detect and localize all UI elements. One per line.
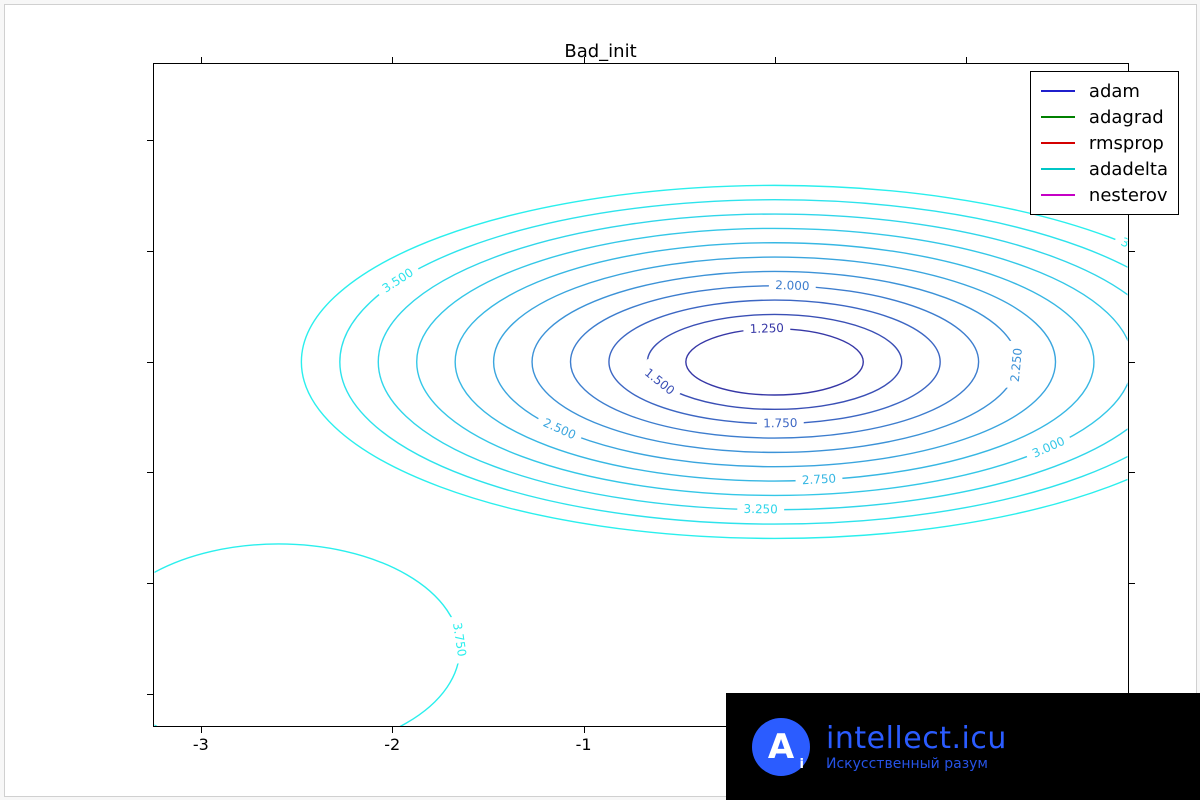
contour-label: 2.750 [802,472,837,488]
plot-axes: 1.2501.5001.7502.0002.2502.5002.7503.000… [153,63,1129,727]
contour-line [378,214,1171,510]
legend-item: adadelta [1041,156,1168,182]
legend-label: adadelta [1089,159,1168,180]
contour-label: 1.250 [749,321,784,336]
legend-swatch [1041,168,1075,170]
chart-title: Bad_init [5,41,1196,62]
legend-label: adam [1089,81,1140,102]
legend-swatch [1041,90,1075,92]
legend-item: adam [1041,78,1168,104]
legend-item: adagrad [1041,104,1168,130]
contour-line [97,544,460,754]
x-tick-mark [584,727,585,733]
x-tick-label: -3 [181,735,221,754]
contour-label: 1.750 [763,416,797,430]
legend-label: rmsprop [1089,133,1164,154]
legend-swatch [1041,116,1075,118]
y-tick-mark [1129,472,1135,473]
x-tick-mark [201,727,202,733]
legend-label: nesterov [1089,185,1168,206]
watermark-sub: Искусственный разум [826,756,1007,772]
contour-label: 3.750 [1119,235,1156,262]
contour-plot: 1.2501.5001.7502.0002.2502.5002.7503.000… [154,64,1128,726]
legend: adam adagrad rmsprop adadelta nesterov [1030,71,1179,215]
y-tick-mark [1129,583,1135,584]
legend-label: adagrad [1089,107,1164,128]
legend-swatch [1041,194,1075,196]
x-tick-mark [392,727,393,733]
y-tick-mark [1129,362,1135,363]
contour-label: 2.000 [775,278,810,293]
contour-line [340,200,1200,524]
legend-swatch [1041,142,1075,144]
watermark-main: intellect.icu [826,721,1007,756]
x-tick-label: -2 [372,735,412,754]
legend-item: nesterov [1041,182,1168,208]
y-tick-mark [1129,251,1135,252]
legend-item: rmsprop [1041,130,1168,156]
watermark-logo: A [752,718,810,776]
figure: Bad_init -3-2-1012 -3-2-101 1.2501.5001.… [4,4,1197,797]
x-tick-label: -1 [564,735,604,754]
contour-line [301,185,1200,538]
watermark: A intellect.icu Искусственный разум [726,693,1200,800]
contour-label: 3.250 [744,502,778,516]
